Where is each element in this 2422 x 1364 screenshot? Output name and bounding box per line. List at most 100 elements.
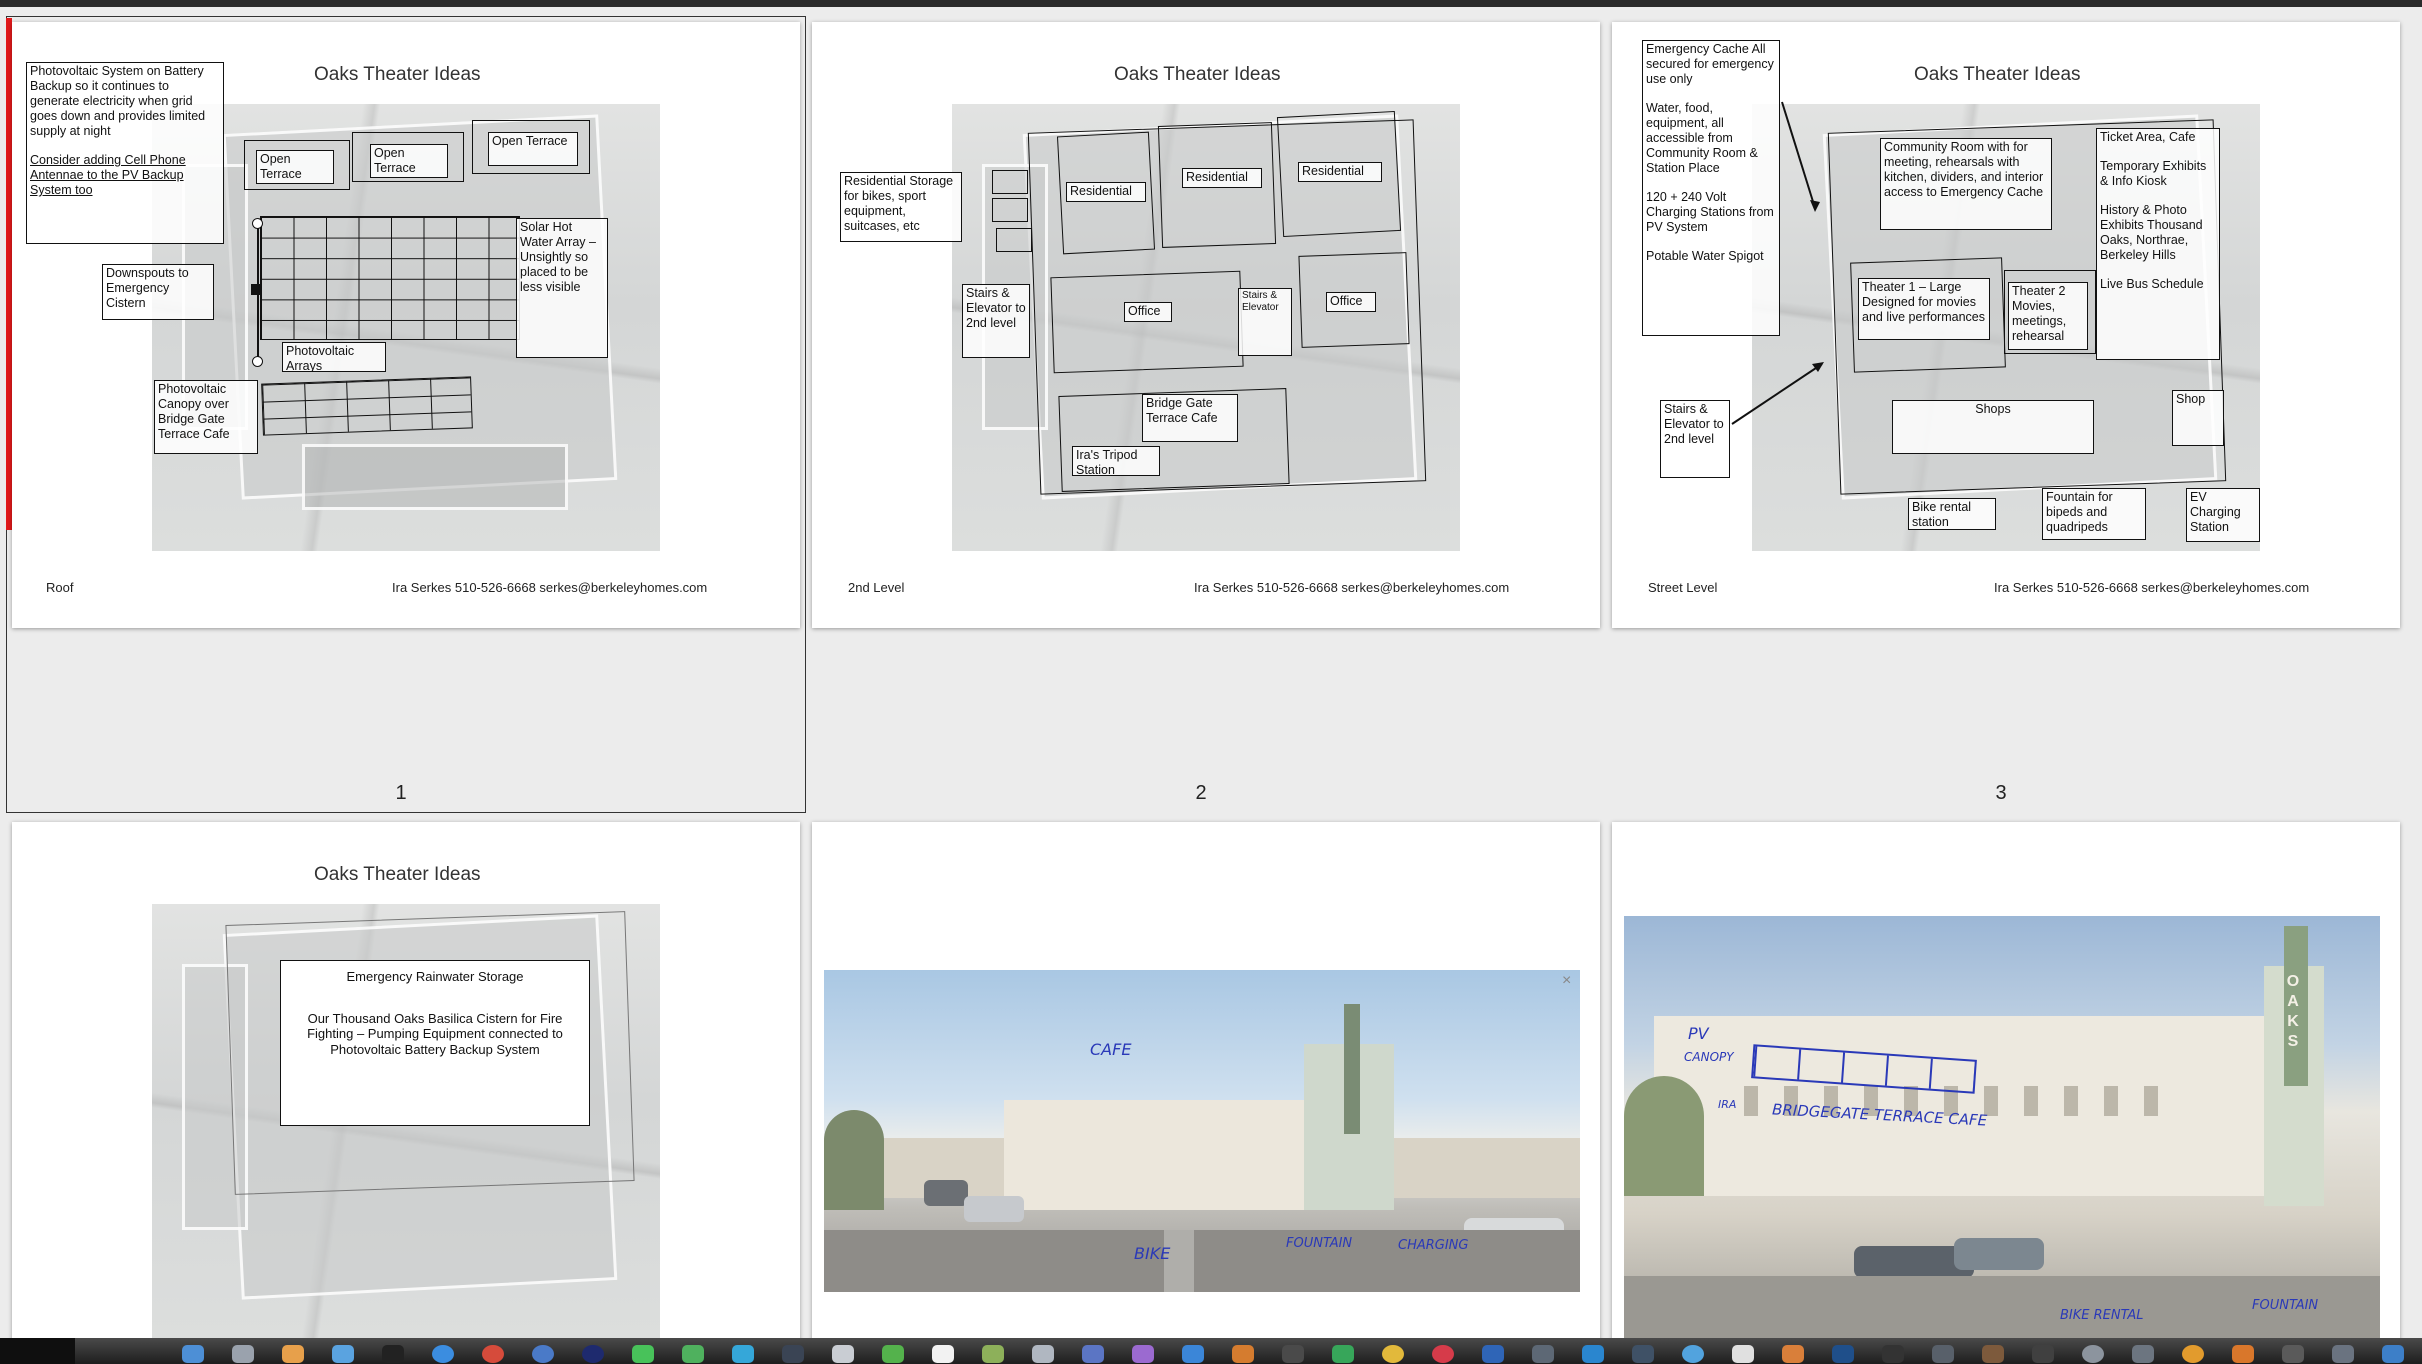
chrome-icon[interactable]	[482, 1345, 504, 1363]
app-icon[interactable]	[1732, 1345, 1754, 1363]
photos-icon[interactable]	[282, 1345, 304, 1363]
oaks-sign: OAKS	[2286, 973, 2300, 1050]
messages-icon[interactable]	[632, 1345, 654, 1363]
app-icon[interactable]	[1382, 1345, 1404, 1363]
safari-icon[interactable]	[432, 1345, 454, 1363]
handwritten-fountain: FOUNTAIN	[1286, 1236, 1353, 1251]
app-icon[interactable]	[1082, 1345, 1104, 1363]
app-icon[interactable]	[582, 1345, 604, 1363]
app-icon[interactable]	[2182, 1345, 2204, 1363]
solar-hot-water-label: Solar Hot Water Array – Unsightly so pla…	[516, 218, 608, 358]
app-icon[interactable]	[2282, 1345, 2304, 1363]
app-icon[interactable]	[2332, 1345, 2354, 1363]
level-label: Roof	[46, 580, 74, 595]
app-icon[interactable]	[1432, 1345, 1454, 1363]
app-icon[interactable]	[2082, 1345, 2104, 1363]
terrace-outline	[244, 140, 350, 190]
stairs-elevator-box: Stairs & Elevator	[1238, 288, 1292, 356]
ev-charging-label: EV Charging Station	[2186, 488, 2260, 542]
page-thumbnail-1[interactable]: Oaks Theater Ideas Photovoltaic System o…	[12, 22, 800, 628]
close-icon[interactable]: ×	[1562, 972, 1571, 990]
residential-label-2: Residential	[1182, 168, 1262, 188]
pv-backup-note: Photovoltaic System on Battery Backup so…	[26, 62, 224, 244]
storage-unit	[992, 198, 1028, 222]
facetime-icon[interactable]	[682, 1345, 704, 1363]
handwritten-cafe: CAFE	[1090, 1040, 1132, 1059]
handwritten-charging: CHARGING	[1398, 1238, 1469, 1253]
mail-icon[interactable]	[332, 1345, 354, 1363]
residential-label-3: Residential	[1298, 162, 1382, 182]
slide-title: Oaks Theater Ideas	[314, 64, 481, 85]
page-thumbnail-2[interactable]: Oaks Theater Ideas Residential Storage f…	[812, 22, 1600, 628]
app-icon[interactable]	[1932, 1345, 1954, 1363]
app-icon[interactable]	[1182, 1345, 1204, 1363]
app-icon[interactable]	[2382, 1345, 2404, 1363]
pv-canopy-label: Photovoltaic Canopy over Bridge Gate Ter…	[154, 380, 258, 454]
page-thumbnail-6[interactable]: PV CANOPY IRA BRIDGEGATE TERRACE CAFE BI…	[1612, 822, 2400, 1342]
window-top-bar	[0, 0, 2422, 7]
shop-label: Shop	[2172, 390, 2224, 446]
sketch-photo	[1624, 916, 2380, 1342]
handwritten-pv: PV	[1688, 1024, 1709, 1043]
app-icon[interactable]	[1532, 1345, 1554, 1363]
storage-unit	[996, 228, 1032, 252]
app-icon[interactable]	[782, 1345, 804, 1363]
page-thumbnail-5[interactable]: CAFE BIKE FOUNTAIN CHARGING ×	[812, 822, 1600, 1342]
app-icon[interactable]	[882, 1345, 904, 1363]
app-icon[interactable]	[1482, 1345, 1504, 1363]
page-thumbnail-4[interactable]: Oaks Theater Ideas Emergency Rainwater S…	[12, 822, 800, 1342]
page-thumbnail-3[interactable]: Oaks Theater Ideas Emergency Cache All s…	[1612, 22, 2400, 628]
page-number: 3	[1995, 782, 2007, 804]
app-icon[interactable]	[2132, 1345, 2154, 1363]
app-icon[interactable]	[1782, 1345, 1804, 1363]
contact-info: Ira Serkes 510-526-6668 serkes@berkeleyh…	[392, 580, 708, 595]
office-label-2: Office	[1326, 292, 1376, 312]
app-icon[interactable]	[1982, 1345, 2004, 1363]
app-icon[interactable]	[982, 1345, 1004, 1363]
office-unit-1	[1050, 270, 1244, 374]
app-icon[interactable]	[1632, 1345, 1654, 1363]
handwritten-ira: IRA	[1718, 1098, 1737, 1111]
handwritten-fountain: FOUNTAIN	[2252, 1298, 2319, 1313]
stairs-elevator-label: Stairs & Elevator to 2nd level	[1660, 400, 1730, 478]
residential-label-1: Residential	[1066, 182, 1146, 202]
downspouts-label: Downspouts to Emergency Cistern	[102, 264, 214, 320]
app-icon[interactable]	[1132, 1345, 1154, 1363]
pv-canopy-array	[261, 376, 473, 436]
app-icon[interactable]	[1332, 1345, 1354, 1363]
app-icon[interactable]	[1582, 1345, 1604, 1363]
handwritten-canopy: CANOPY	[1684, 1050, 1734, 1064]
calendar-icon[interactable]	[932, 1345, 954, 1363]
contact-info: Ira Serkes 510-526-6668 serkes@berkeleyh…	[1994, 580, 2310, 595]
page-number: 2	[1195, 782, 1207, 804]
bridge-gate-cafe-label: Bridge Gate Terrace Cafe	[1142, 394, 1238, 442]
level-label: 2nd Level	[848, 580, 905, 595]
residential-storage-note: Residential Storage for bikes, sport equ…	[840, 172, 962, 242]
finder-icon[interactable]	[182, 1345, 204, 1363]
app-icon[interactable]	[1682, 1345, 1704, 1363]
app-icon[interactable]	[1232, 1345, 1254, 1363]
dock-bar	[0, 1338, 2422, 1364]
handwritten-bike-rental: BIKE RENTAL	[2060, 1308, 2144, 1323]
slide-title: Oaks Theater Ideas	[1114, 64, 1281, 85]
app-icon[interactable]	[832, 1345, 854, 1363]
contact-info: Ira Serkes 510-526-6668 serkes@berkeleyh…	[1194, 580, 1510, 595]
app-icon[interactable]	[2232, 1345, 2254, 1363]
level-label: Street Level	[1648, 580, 1718, 595]
dock-selection	[0, 1338, 75, 1364]
app-icon[interactable]	[532, 1345, 554, 1363]
storage-unit	[992, 170, 1028, 194]
stairs-elevator-label: Stairs & Elevator to 2nd level	[962, 284, 1030, 358]
community-room-label: Community Room with for meeting, rehears…	[1880, 138, 2052, 230]
app-icon[interactable]	[732, 1345, 754, 1363]
app-icon[interactable]	[1882, 1345, 1904, 1363]
terminal-icon[interactable]	[382, 1345, 404, 1363]
slide-title: Oaks Theater Ideas	[314, 864, 481, 885]
launchpad-icon[interactable]	[232, 1345, 254, 1363]
office-label-1: Office	[1124, 302, 1172, 322]
app-icon[interactable]	[1832, 1345, 1854, 1363]
app-icon[interactable]	[2032, 1345, 2054, 1363]
app-icon[interactable]	[1032, 1345, 1054, 1363]
shops-label: Shops	[1892, 400, 2094, 454]
app-icon[interactable]	[1282, 1345, 1304, 1363]
